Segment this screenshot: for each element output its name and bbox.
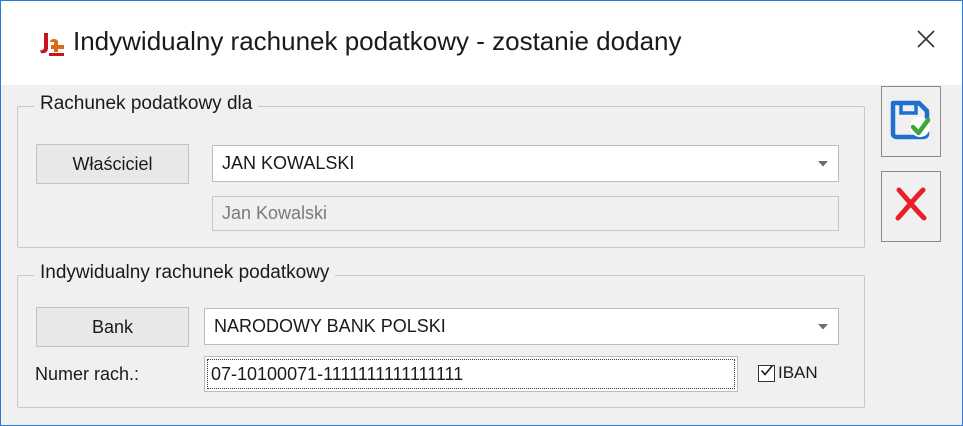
dialog-body: Rachunek podatkowy dla Właściciel JAN KO…: [1, 85, 962, 425]
account-group: Indywidualny rachunek podatkowy Bank NAR…: [17, 262, 865, 408]
app-logo-icon: [37, 31, 65, 57]
cancel-button[interactable]: [881, 171, 941, 242]
bank-select[interactable]: NARODOWY BANK POLSKI: [204, 308, 839, 345]
owner-name-value: Jan Kowalski: [222, 203, 328, 223]
iban-checkbox[interactable]: IBAN: [758, 363, 818, 383]
window-title: Indywidualny rachunek podatkowy - zostan…: [73, 26, 682, 56]
owner-select[interactable]: JAN KOWALSKI: [212, 145, 839, 182]
account-number-label: Numer rach.:: [35, 364, 140, 384]
account-group-legend: Indywidualny rachunek podatkowy: [34, 262, 336, 284]
owner-group-legend: Rachunek podatkowy dla: [34, 93, 259, 115]
save-disk-check-icon: [889, 98, 933, 145]
iban-checkbox-box[interactable]: [758, 364, 775, 382]
owner-select-value: JAN KOWALSKI: [222, 153, 355, 173]
bank-select-value: NARODOWY BANK POLSKI: [214, 316, 446, 336]
title-bar: Indywidualny rachunek podatkowy - zostan…: [1, 1, 962, 85]
close-icon: [916, 29, 936, 54]
owner-group: Rachunek podatkowy dla Właściciel JAN KO…: [17, 93, 865, 248]
close-button[interactable]: [908, 23, 944, 59]
account-number-input[interactable]: [204, 356, 738, 392]
chevron-down-icon[interactable]: [808, 146, 838, 181]
owner-button[interactable]: Właściciel: [36, 144, 189, 184]
owner-name-field: Jan Kowalski: [212, 196, 839, 231]
save-button[interactable]: [881, 86, 941, 157]
chevron-down-icon[interactable]: [808, 309, 838, 344]
iban-checkbox-label: IBAN: [778, 363, 818, 382]
dialog-window: Indywidualny rachunek podatkowy - zostan…: [0, 0, 963, 426]
bank-button[interactable]: Bank: [36, 307, 189, 347]
red-x-cancel-icon: [893, 185, 929, 228]
checkmark-icon: [760, 364, 774, 382]
